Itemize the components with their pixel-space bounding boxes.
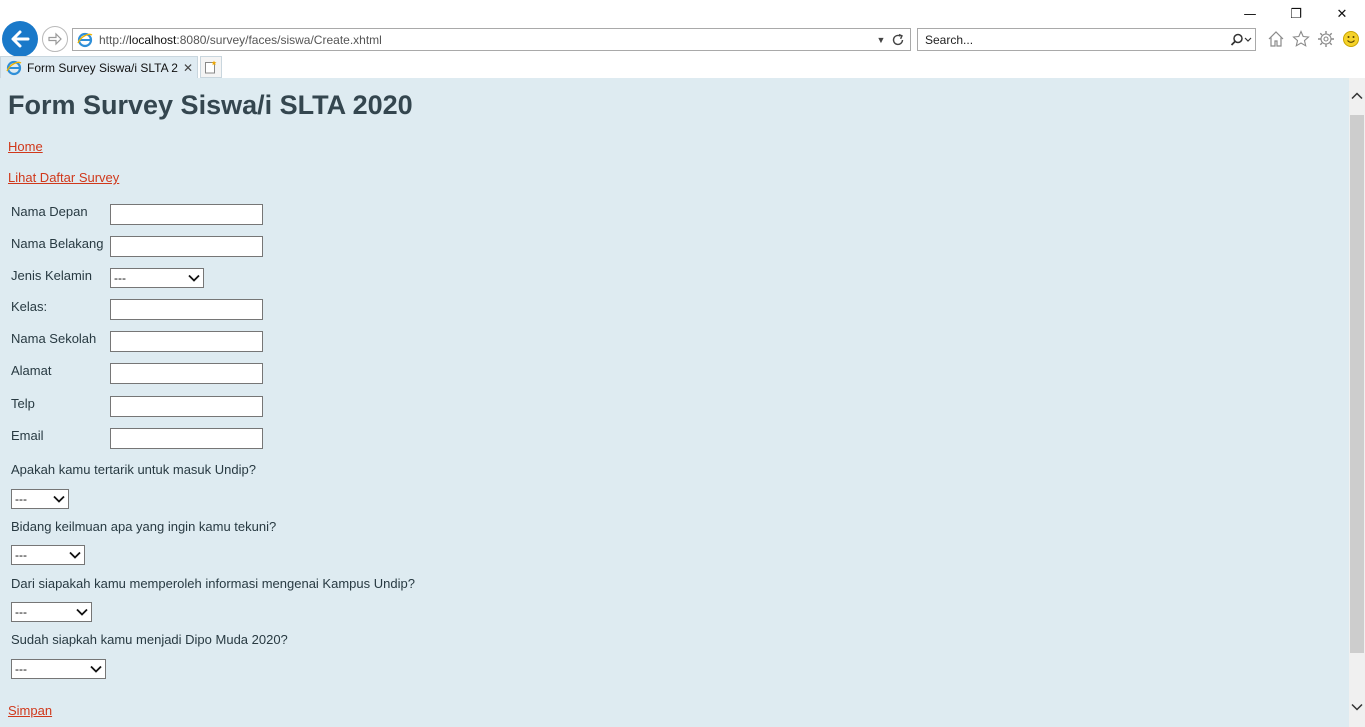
settings-gear-icon[interactable]	[1316, 29, 1336, 49]
telp-label: Telp	[11, 396, 35, 411]
home-icon[interactable]	[1266, 29, 1286, 49]
question-selected: ---	[15, 662, 27, 676]
nama-belakang-label: Nama Belakang	[11, 236, 104, 251]
email-field[interactable]	[110, 428, 263, 449]
back-button[interactable]	[2, 21, 38, 57]
address-dropdown-icon[interactable]: ▼	[874, 35, 888, 45]
question-select[interactable]: ---	[11, 602, 92, 622]
scroll-up-icon[interactable]	[1349, 90, 1365, 102]
window-controls: — ❐ ✕	[1227, 0, 1365, 28]
home-link[interactable]: Home	[8, 139, 43, 154]
search-input[interactable]	[918, 32, 1227, 47]
scroll-down-icon[interactable]	[1349, 701, 1365, 713]
page-title: Form Survey Siswa/i SLTA 2020	[8, 90, 413, 120]
new-tab-icon	[205, 60, 217, 74]
tab-title: Form Survey Siswa/i SLTA 2...	[27, 60, 179, 75]
arrow-right-icon	[48, 32, 62, 46]
search-icon	[1230, 33, 1252, 46]
ie-page-icon	[77, 32, 93, 47]
question-selected: ---	[15, 492, 27, 506]
question-label: Dari siapakah kamu memperoleh informasi …	[11, 576, 415, 591]
new-tab-button[interactable]	[200, 56, 222, 78]
restore-button[interactable]: ❐	[1273, 0, 1319, 28]
refresh-icon[interactable]	[888, 32, 908, 48]
kelas-field[interactable]	[110, 299, 263, 320]
url-path: :8080/survey/faces/siswa/Create.xhtml	[176, 32, 382, 47]
url-text[interactable]: http://localhost:8080/survey/faces/siswa…	[99, 33, 874, 47]
favorites-star-icon[interactable]	[1291, 29, 1311, 49]
search-bar[interactable]	[917, 28, 1256, 51]
question-label: Bidang keilmuan apa yang ingin kamu teku…	[11, 519, 277, 534]
minimize-button[interactable]: —	[1227, 0, 1273, 28]
question-selected: ---	[15, 605, 27, 619]
nama-depan-field[interactable]	[110, 204, 263, 225]
close-window-button[interactable]: ✕	[1319, 0, 1365, 28]
chevron-down-icon	[76, 607, 88, 617]
save-link[interactable]: Simpan	[8, 703, 52, 718]
telp-field[interactable]	[110, 396, 263, 417]
forward-button[interactable]	[42, 26, 68, 52]
browser-chrome: — ❐ ✕ http://localhost:8080/survey/faces…	[0, 0, 1365, 78]
question-label: Apakah kamu tertarik untuk masuk Undip?	[11, 462, 256, 477]
survey-list-link[interactable]: Lihat Daftar Survey	[8, 170, 119, 185]
page-viewport: Form Survey Siswa/i SLTA 2020 Home Lihat…	[0, 78, 1349, 727]
vertical-scrollbar[interactable]	[1349, 78, 1365, 727]
scrollbar-thumb[interactable]	[1350, 115, 1364, 653]
alamat-label: Alamat	[11, 363, 52, 378]
email-label: Email	[11, 428, 44, 443]
nama-sekolah-field[interactable]	[110, 331, 263, 352]
nama-belakang-field[interactable]	[110, 236, 263, 257]
jenis-kelamin-selected: ---	[114, 271, 126, 285]
chevron-down-icon	[53, 494, 65, 504]
chevron-down-icon	[188, 273, 200, 283]
question-selected: ---	[15, 548, 27, 562]
smiley-feedback-icon[interactable]	[1341, 29, 1361, 49]
url-host: localhost	[129, 32, 177, 47]
question-select[interactable]: ---	[11, 659, 106, 679]
address-bar[interactable]: http://localhost:8080/survey/faces/siswa…	[72, 28, 911, 51]
ie-tab-icon	[6, 60, 22, 75]
arrow-left-icon	[11, 30, 30, 48]
nama-sekolah-label: Nama Sekolah	[11, 331, 97, 346]
kelas-label: Kelas:	[11, 299, 48, 314]
question-select[interactable]: ---	[11, 545, 85, 565]
toolbar-icons	[1266, 28, 1361, 50]
tab-close-icon[interactable]: ✕	[179, 61, 197, 75]
chevron-down-icon	[69, 550, 81, 560]
jenis-kelamin-label: Jenis Kelamin	[11, 268, 92, 283]
nama-depan-label: Nama Depan	[11, 204, 88, 219]
chevron-down-icon	[90, 664, 102, 674]
jenis-kelamin-select[interactable]: ---	[110, 268, 204, 288]
url-scheme: http://	[99, 32, 130, 47]
question-label: Sudah siapkah kamu menjadi Dipo Muda 202…	[11, 632, 288, 647]
alamat-field[interactable]	[110, 363, 263, 384]
question-select[interactable]: ---	[11, 489, 69, 509]
tab-active[interactable]: Form Survey Siswa/i SLTA 2... ✕	[0, 56, 198, 78]
search-button[interactable]	[1227, 30, 1255, 50]
